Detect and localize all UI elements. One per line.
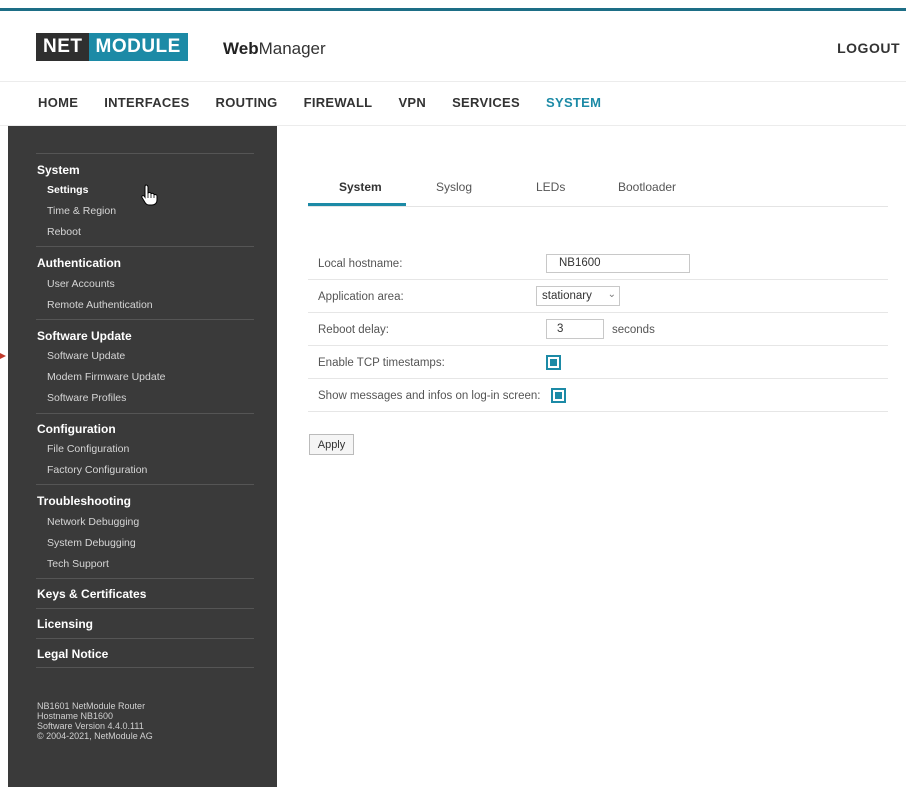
sidebar-divider — [36, 578, 254, 579]
sidebar-item-time-region[interactable]: Time & Region — [47, 205, 116, 217]
sidebar-item-settings[interactable]: Settings — [47, 184, 88, 196]
hostname-input[interactable]: NB1600 — [546, 254, 690, 273]
sidebar-divider — [36, 484, 254, 485]
reboot-delay-row: Reboot delay: 3 seconds — [308, 313, 888, 346]
login-messages-checkbox[interactable] — [551, 388, 566, 403]
main-nav: HOME INTERFACES ROUTING FIREWALL VPN SER… — [38, 95, 627, 115]
sidebar-divider — [36, 638, 254, 639]
sidebar-item-network-debugging[interactable]: Network Debugging — [47, 516, 139, 528]
nav-interfaces[interactable]: INTERFACES — [104, 95, 189, 115]
application-area-row: Application area: stationary ⌄ — [308, 280, 888, 313]
chevron-down-icon: ⌄ — [607, 289, 616, 300]
tab-system[interactable]: System — [339, 180, 382, 194]
sidebar-group-software-update[interactable]: Software Update — [37, 329, 132, 343]
sidebar-divider — [36, 413, 254, 414]
netmodule-logo[interactable]: NET MODULE — [36, 33, 188, 61]
sidebar-item-user-accounts[interactable]: User Accounts — [47, 278, 115, 290]
logo-module-text: MODULE — [88, 33, 188, 61]
app-title-light: Manager — [258, 39, 326, 58]
login-messages-row: Show messages and infos on log-in screen… — [308, 379, 888, 412]
logout-link[interactable]: LOGOUT — [837, 40, 900, 56]
reboot-delay-unit: seconds — [612, 324, 655, 336]
nav-vpn[interactable]: VPN — [398, 95, 426, 115]
copyright-text: © 2004-2021, NetModule AG — [37, 731, 153, 741]
tcp-timestamps-checkbox[interactable] — [546, 355, 561, 370]
sidebar-divider — [36, 667, 254, 668]
header-divider — [0, 81, 906, 82]
tab-bootloader[interactable]: Bootloader — [618, 180, 676, 194]
tcp-timestamps-row: Enable TCP timestamps: — [308, 346, 888, 379]
device-model-text: NB1601 NetModule Router — [37, 701, 146, 711]
sidebar-item-reboot[interactable]: Reboot — [47, 226, 81, 238]
nav-routing[interactable]: ROUTING — [216, 95, 278, 115]
sidebar-group-legal-notice[interactable]: Legal Notice — [37, 647, 108, 661]
nav-system[interactable]: SYSTEM — [546, 95, 601, 115]
sidebar-divider — [36, 608, 254, 609]
reboot-delay-input[interactable]: 3 — [546, 319, 604, 339]
header: NET MODULE WebManager LOGOUT — [0, 11, 906, 81]
sidebar-group-troubleshooting[interactable]: Troubleshooting — [37, 494, 131, 508]
application-area-value: stationary — [542, 290, 592, 302]
sidebar-divider — [36, 319, 254, 320]
sidebar-item-software-update[interactable]: Software Update — [47, 350, 125, 362]
sidebar-item-remote-authentication[interactable]: Remote Authentication — [47, 299, 153, 311]
nav-services[interactable]: SERVICES — [452, 95, 520, 115]
sidebar-group-system[interactable]: System — [37, 163, 80, 177]
sidebar-item-system-debugging[interactable]: System Debugging — [47, 537, 136, 549]
sidebar-item-modem-firmware-update[interactable]: Modem Firmware Update — [47, 371, 165, 383]
sidebar-item-software-profiles[interactable]: Software Profiles — [47, 392, 126, 404]
application-area-select[interactable]: stationary ⌄ — [536, 286, 620, 306]
tab-leds[interactable]: LEDs — [536, 180, 565, 194]
sidebar-item-tech-support[interactable]: Tech Support — [47, 558, 109, 570]
sidebar-item-file-configuration[interactable]: File Configuration — [47, 443, 129, 455]
logo-net-text: NET — [36, 33, 89, 61]
software-version-text: Software Version 4.4.0.111 — [37, 721, 144, 731]
app-title: WebManager — [223, 39, 326, 59]
sidebar-group-configuration[interactable]: Configuration — [37, 422, 116, 436]
sidebar: System Settings Time & Region Reboot Aut… — [8, 126, 277, 787]
sidebar-group-authentication[interactable]: Authentication — [37, 256, 121, 270]
sidebar-item-factory-configuration[interactable]: Factory Configuration — [47, 464, 147, 476]
tcp-timestamps-label: Enable TCP timestamps: — [318, 357, 445, 369]
arrow-marker-icon — [0, 353, 6, 359]
nav-home[interactable]: HOME — [38, 95, 78, 115]
sidebar-group-keys-certificates[interactable]: Keys & Certificates — [37, 587, 146, 601]
sidebar-group-licensing[interactable]: Licensing — [37, 617, 93, 631]
hostname-label: Local hostname: — [318, 258, 403, 270]
application-area-label: Application area: — [318, 291, 404, 303]
tabs-divider — [308, 206, 888, 207]
hand-pointer-icon — [141, 184, 158, 206]
reboot-delay-label: Reboot delay: — [318, 324, 389, 336]
app-title-bold: Web — [223, 39, 259, 58]
apply-button[interactable]: Apply — [309, 434, 354, 455]
sidebar-divider — [36, 246, 254, 247]
hostname-row: Local hostname: NB1600 — [308, 247, 888, 280]
device-hostname-text: Hostname NB1600 — [37, 711, 114, 721]
sidebar-divider — [36, 153, 254, 154]
login-messages-label: Show messages and infos on log-in screen… — [318, 390, 541, 402]
nav-firewall[interactable]: FIREWALL — [304, 95, 373, 115]
settings-tabs: System Syslog LEDs Bootloader — [308, 170, 888, 208]
tab-syslog[interactable]: Syslog — [436, 180, 472, 194]
